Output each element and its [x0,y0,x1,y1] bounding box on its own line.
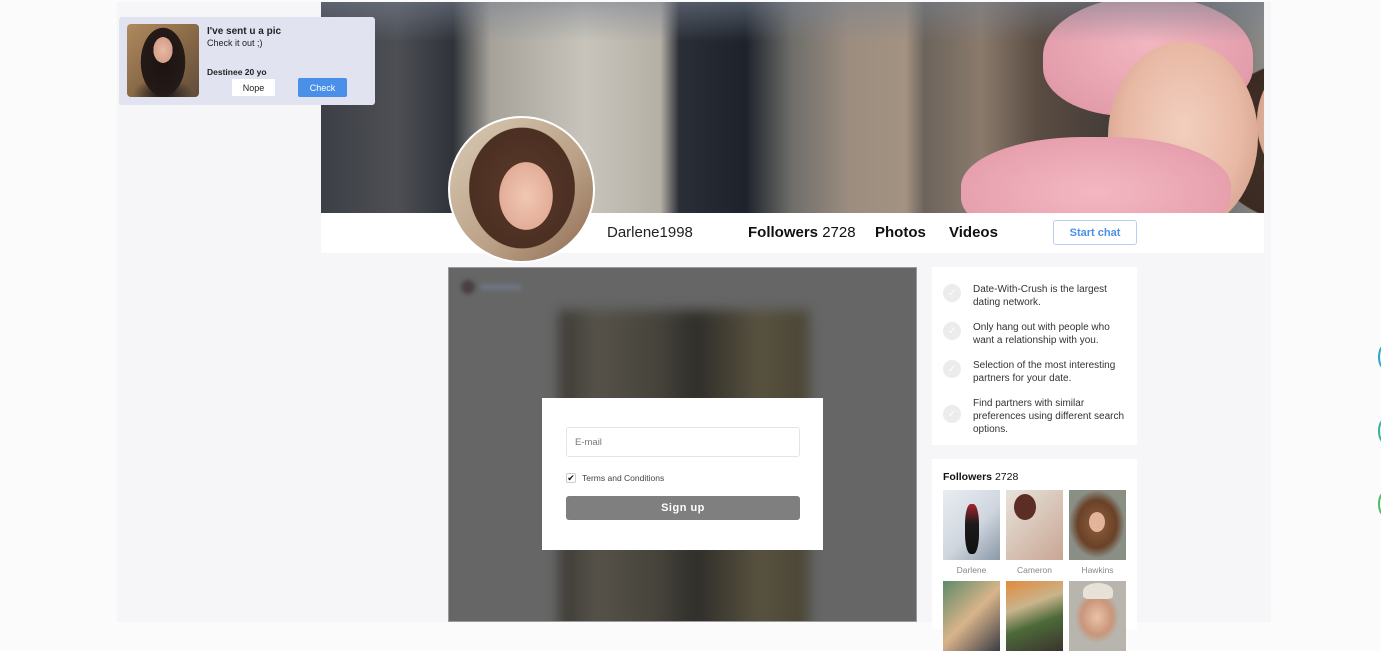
follower-name[interactable]: Cameron [1006,565,1063,575]
profile-username: Darlene1998 [607,224,693,241]
follower-name[interactable]: Darlene [943,565,1000,575]
follower-photo[interactable] [943,581,1000,651]
signup-form: ✔ Terms and Conditions Sign up [542,398,823,550]
follower-photo[interactable] [1069,581,1126,651]
post-author-avatar [461,280,475,294]
checkmark-icon: ✔ [567,472,575,483]
followers-label: Followers [748,224,819,241]
followers-panel-title: Followers 2728 [943,471,1018,483]
check-circle-icon: ✓ [943,284,961,302]
terms-label[interactable]: Terms and Conditions [582,473,664,483]
benefit-text: Date-With-Crush is the largest dating ne… [973,284,1107,308]
check-circle-icon: ✓ [943,322,961,340]
follower-photo[interactable] [1069,490,1126,560]
followers-count: 2728 [822,224,856,241]
message-notification: I've sent u a pic Check it out ;) Destin… [119,17,375,105]
sender-name: Destinee 20 yo [207,67,267,77]
terms-checkbox[interactable]: ✔ [566,473,576,483]
followers-panel: Followers 2728 Darlene Cameron Hawkins [932,459,1137,651]
notification-subtitle: Check it out ;) [207,38,263,48]
tab-videos[interactable]: Videos [949,224,998,241]
benefits-panel: ✓ Date-With-Crush is the largest dating … [932,267,1137,445]
start-chat-button[interactable]: Start chat [1053,220,1137,245]
tab-photos[interactable]: Photos [875,224,926,241]
followers-panel-label: Followers [943,471,993,483]
follower-photo[interactable] [1006,490,1063,560]
terms-row: ✔ Terms and Conditions [566,473,664,483]
sign-up-button[interactable]: Sign up [566,496,800,520]
benefit-text: Only hang out with people who want a rel… [973,322,1110,346]
check-circle-icon: ✓ [943,405,961,423]
sender-photo [127,24,199,97]
check-circle-icon: ✓ [943,360,961,378]
post-author-name [481,284,521,290]
benefit-text: Selection of the most interesting partne… [973,360,1116,384]
followers-panel-count: 2728 [994,471,1019,483]
notification-title: I've sent u a pic [207,26,282,37]
nope-button[interactable]: Nope [232,79,275,96]
profile-avatar[interactable] [448,116,595,263]
follower-photo[interactable] [1006,581,1063,651]
email-input[interactable] [566,427,800,457]
follower-photo[interactable] [943,490,1000,560]
benefit-text: Find partners with similar preferences u… [973,398,1125,435]
follower-name[interactable]: Hawkins [1069,565,1126,575]
check-button[interactable]: Check [298,78,347,97]
tab-followers[interactable]: Followers 2728 [748,224,856,241]
